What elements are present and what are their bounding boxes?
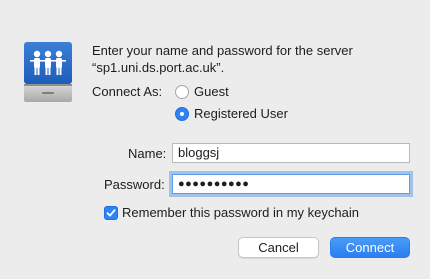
guest-label[interactable]: Guest (194, 84, 229, 99)
name-label: Name: (128, 146, 167, 161)
dialog-titlebar (0, 0, 430, 22)
name-field[interactable]: bloggsj (172, 143, 410, 163)
password-label: Password: (104, 177, 165, 192)
remember-label[interactable]: Remember this password in my keychain (122, 205, 359, 220)
login-dialog: Enter your name and password for the ser… (0, 0, 430, 279)
shared-server-icon (22, 40, 74, 104)
remember-checkbox[interactable] (104, 206, 118, 220)
password-field[interactable]: ●●●●●●●●●● (172, 174, 410, 194)
connect-as-label: Connect As: (92, 84, 163, 99)
guest-radio[interactable] (175, 85, 189, 99)
checkmark-icon (106, 209, 116, 217)
registered-user-label[interactable]: Registered User (194, 106, 288, 121)
cancel-button[interactable]: Cancel (238, 237, 319, 258)
server-message: Enter your name and password for the ser… (92, 43, 353, 75)
connect-button[interactable]: Connect (330, 237, 410, 258)
registered-user-radio[interactable] (175, 107, 189, 121)
